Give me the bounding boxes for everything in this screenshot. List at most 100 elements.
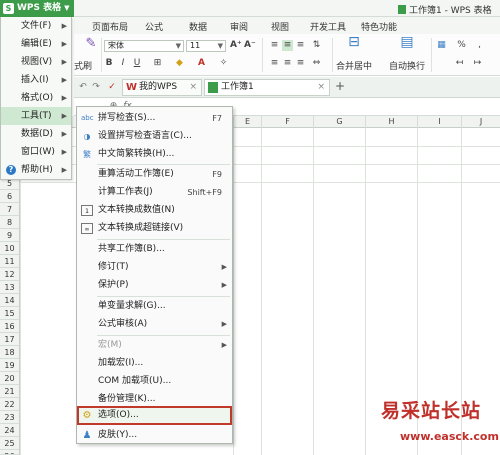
align-left-icon[interactable]: ≡ (269, 58, 280, 69)
menu-item-spell-language[interactable]: ◑ 设置拼写检查语言(C)... (77, 127, 232, 146)
font-name-select[interactable]: 宋体 ▼ (104, 40, 184, 52)
menu-format[interactable]: 格式(O) ▶ (1, 89, 71, 107)
decrease-decimal-icon[interactable]: ↦ (472, 58, 483, 69)
menu-item-text-to-link[interactable]: ∞ 文本转换成超链接(V) (77, 219, 232, 238)
row-header[interactable]: 25 (0, 437, 20, 450)
row-header[interactable]: 26 (0, 450, 20, 455)
percent-icon[interactable]: % (456, 40, 467, 51)
row-header[interactable]: 11 (0, 255, 20, 268)
row-header[interactable]: 23 (0, 411, 20, 424)
text-direction-icon[interactable]: ⇅ (311, 40, 322, 51)
row-header[interactable]: 19 (0, 359, 20, 372)
menu-view[interactable]: 视图(V) ▶ (1, 53, 71, 71)
column-f[interactable]: F (261, 116, 313, 128)
row-header[interactable]: 20 (0, 372, 20, 385)
row-header[interactable]: 12 (0, 268, 20, 281)
menu-item-revise[interactable]: 修订(T) ▶ (77, 258, 232, 277)
align-top-icon[interactable]: ≡ (269, 40, 280, 51)
font-color-icon[interactable]: A (196, 58, 207, 69)
menu-item-skin[interactable]: ♟ 皮肤(Y)... (77, 426, 232, 445)
menu-item-protect[interactable]: 保护(P) ▶ (77, 276, 232, 295)
comma-icon[interactable]: , (474, 40, 485, 51)
menu-edit-label: 编辑(E) (21, 39, 52, 49)
row-header[interactable]: 16 (0, 320, 20, 333)
align-middle-icon[interactable]: ≡ (282, 40, 293, 51)
row-header[interactable]: 24 (0, 424, 20, 437)
fill-color-icon[interactable]: ◆ (174, 58, 185, 69)
menu-item-cn-convert[interactable]: 繁中文简繁转换(H)... (77, 145, 232, 164)
menu-window[interactable]: 窗口(W) ▶ (1, 143, 71, 161)
row-header[interactable]: 18 (0, 346, 20, 359)
close-icon[interactable]: × (189, 80, 197, 95)
tab-page-layout[interactable]: 页面布局 (92, 20, 128, 33)
redo-icon[interactable]: ↷ (91, 82, 101, 93)
row-header[interactable]: 21 (0, 385, 20, 398)
close-icon[interactable]: × (317, 80, 325, 95)
increase-decimal-icon[interactable]: ↤ (454, 58, 465, 69)
underline-icon[interactable]: U (132, 58, 142, 69)
row-header[interactable]: 8 (0, 216, 20, 229)
menu-item-formula-audit[interactable]: 公式审核(A) ▶ (77, 315, 232, 334)
grow-font-icon[interactable]: A⁺ (230, 40, 242, 51)
menu-file[interactable]: 文件(F) ▶ (1, 17, 71, 35)
menu-insert[interactable]: 插入(I) ▶ (1, 71, 71, 89)
row-header[interactable]: 22 (0, 398, 20, 411)
number-format-icon[interactable]: ▦ (436, 40, 447, 51)
tab-data[interactable]: 数据 (189, 20, 207, 33)
tab-workbook[interactable]: 工作簿1 × (204, 79, 330, 96)
border-icon[interactable]: ⊞ (152, 58, 163, 69)
menu-item-macro[interactable]: 宏(M) ▶ (77, 336, 232, 355)
menu-help[interactable]: ? 帮助(H) ▶ (1, 161, 71, 179)
align-center-icon[interactable]: ≡ (282, 58, 293, 69)
row-header[interactable]: 13 (0, 281, 20, 294)
menu-item-calc-sheet[interactable]: 计算工作表(J) Shift+F9 (77, 183, 232, 202)
shrink-font-icon[interactable]: A⁻ (244, 40, 256, 51)
menu-item-text-to-number[interactable]: 1 文本转换成数值(N) (77, 201, 232, 220)
new-tab-icon[interactable]: + (334, 80, 346, 92)
menu-item-load-macro[interactable]: 加载宏(I)... (77, 354, 232, 373)
menu-tools[interactable]: 工具(T) ▶ (1, 107, 71, 125)
row-header[interactable]: 7 (0, 203, 20, 216)
row-header[interactable]: 17 (0, 333, 20, 346)
tab-my-wps[interactable]: W 我的WPS × (122, 79, 202, 96)
tab-features[interactable]: 特色功能 (361, 20, 397, 33)
tab-developer[interactable]: 开发工具 (310, 20, 346, 33)
merge-center-icon[interactable]: ⊟ (346, 35, 362, 49)
align-right-icon[interactable]: ≡ (295, 58, 306, 69)
column-j[interactable]: J (461, 116, 500, 128)
italic-icon[interactable]: I (118, 58, 128, 69)
menu-item-spell-check[interactable]: abc 拼写检查(S)... F7 (77, 109, 232, 128)
menu-item-share-workbook[interactable]: 共享工作簿(B)... (77, 240, 232, 259)
row-header[interactable]: 9 (0, 229, 20, 242)
undo-icon[interactable]: ↶ (78, 82, 88, 93)
menu-item-options[interactable]: ⚙ 选项(O)... (77, 406, 232, 425)
menu-item-recalc-workbook[interactable]: 重算活动工作簿(E) F9 (77, 165, 232, 184)
auto-wrap-label[interactable]: 自动换行 (389, 59, 425, 72)
wps-menu-button[interactable]: S WPS 表格 ▼ (0, 0, 74, 17)
menu-edit[interactable]: 编辑(E) ▶ (1, 35, 71, 53)
merge-center-label[interactable]: 合并居中 (336, 59, 372, 72)
font-size-select[interactable]: 11 ▼ (186, 40, 226, 52)
column-h[interactable]: H (365, 116, 417, 128)
tab-review[interactable]: 审阅 (230, 20, 248, 33)
row-header[interactable]: 6 (0, 190, 20, 203)
distribute-icon[interactable]: ⇔ (311, 58, 322, 69)
align-bottom-icon[interactable]: ≡ (295, 40, 306, 51)
format-painter-label[interactable]: 式刷 (74, 59, 92, 72)
clear-format-icon[interactable]: ✧ (218, 58, 229, 69)
menu-item-com-addins[interactable]: COM 加载项(U)... (77, 372, 232, 391)
row-header[interactable]: 15 (0, 307, 20, 320)
tab-view[interactable]: 视图 (271, 20, 289, 33)
row-header[interactable]: 14 (0, 294, 20, 307)
column-e[interactable]: E (233, 116, 261, 128)
tab-formulas[interactable]: 公式 (145, 20, 163, 33)
format-painter-icon[interactable]: ✎ (84, 37, 98, 50)
pin-icon[interactable]: ✓ (107, 82, 117, 93)
bold-icon[interactable]: B (104, 58, 114, 69)
auto-wrap-icon[interactable]: ▤ (399, 35, 415, 49)
menu-item-goal-seek[interactable]: 单变量求解(G)... (77, 297, 232, 316)
row-header[interactable]: 10 (0, 242, 20, 255)
column-i[interactable]: I (417, 116, 461, 128)
column-g[interactable]: G (313, 116, 365, 128)
menu-data[interactable]: 数据(D) ▶ (1, 125, 71, 143)
